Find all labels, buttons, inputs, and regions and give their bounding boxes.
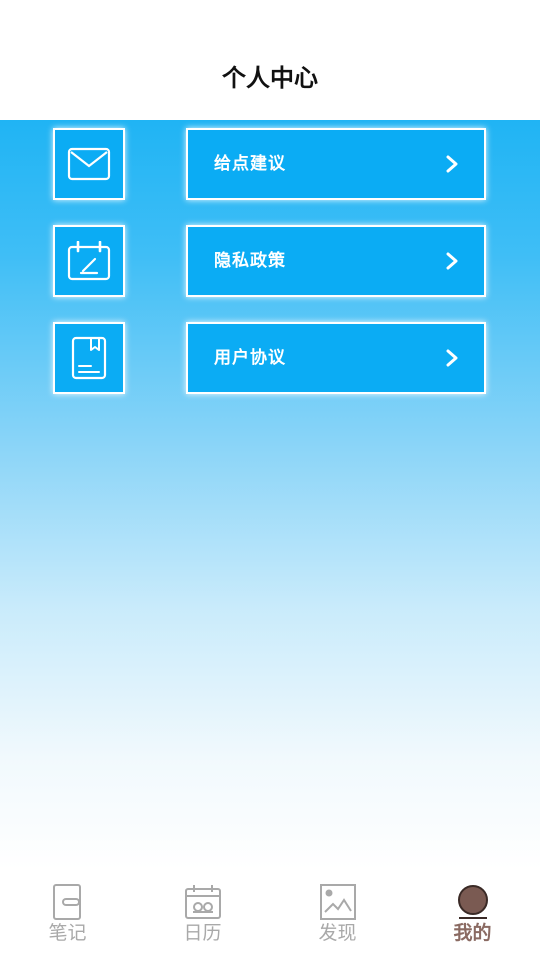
user-agreement-label: 用户协议 (214, 348, 286, 368)
user-agreement-button[interactable]: 用户协议 (186, 322, 486, 394)
chevron-right-icon (446, 252, 458, 270)
chevron-right-icon (446, 155, 458, 173)
mail-icon (67, 147, 111, 181)
feedback-label: 给点建议 (214, 154, 286, 174)
tab-notes[interactable]: 笔记 (0, 870, 135, 960)
note-icon (52, 884, 81, 920)
tab-profile[interactable]: 我的 (405, 870, 540, 960)
menu-row-user-agreement: 用户协议 (0, 322, 540, 394)
picture-icon (319, 884, 356, 920)
header-bar: 个人中心 (0, 0, 540, 120)
menu-icon-box-privacy (53, 225, 125, 297)
menu-icon-box-feedback (53, 128, 125, 200)
tab-calendar-label: 日历 (183, 922, 222, 944)
menu-row-feedback: 给点建议 (0, 128, 540, 200)
privacy-policy-label: 隐私政策 (214, 251, 286, 271)
calendar-edit-icon (67, 241, 111, 281)
calendar-icon (184, 885, 221, 919)
menu-row-privacy: 隐私政策 (0, 225, 540, 297)
main-content: 给点建议 隐私政策 用户协议 (0, 120, 540, 870)
tab-discover[interactable]: 发现 (270, 870, 405, 960)
chevron-right-icon (446, 349, 458, 367)
tab-discover-label: 发现 (318, 922, 357, 944)
privacy-policy-button[interactable]: 隐私政策 (186, 225, 486, 297)
page-title: 个人中心 (222, 64, 318, 92)
bottom-tab-bar: 笔记 日历 发现 我的 (0, 870, 540, 960)
tab-notes-label: 笔记 (48, 922, 87, 944)
feedback-button[interactable]: 给点建议 (186, 128, 486, 200)
tab-calendar[interactable]: 日历 (135, 870, 270, 960)
profile-icon (457, 885, 488, 919)
bookmark-document-icon (71, 336, 107, 380)
menu-icon-box-user-agreement (53, 322, 125, 394)
tab-profile-label: 我的 (453, 922, 492, 944)
